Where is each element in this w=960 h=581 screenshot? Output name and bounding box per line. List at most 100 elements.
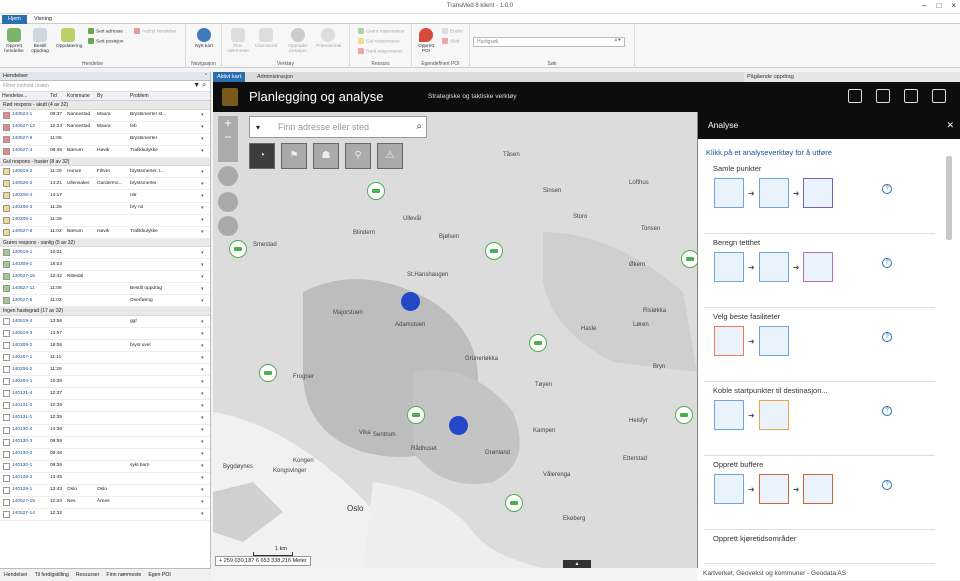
row-menu-icon[interactable]: ▾ <box>201 436 207 448</box>
incident-marker[interactable] <box>401 292 420 311</box>
gront-responsens-button[interactable]: Grønt responsens <box>358 28 404 36</box>
scrollbar[interactable] <box>946 156 952 240</box>
table-row[interactable]: 140527-16 12:42 Nittedal ▾ <box>0 271 210 284</box>
filter-icon[interactable]: ▼ ⌕ <box>193 82 206 90</box>
finn-naermeste-button[interactable]: Finn nærmeste <box>226 28 250 54</box>
analysis-tool[interactable]: Beregn tetthet ➜ ➜? <box>704 238 935 308</box>
tool-button-4[interactable]: ⚲ <box>345 143 371 169</box>
table-row[interactable]: 140206-3 11:26 bry nit ▾ <box>0 203 210 215</box>
help-icon[interactable]: ? <box>882 406 892 416</box>
table-row[interactable]: 140130-3 09:59 ▾ <box>0 437 210 449</box>
table-row[interactable]: 140527-8 11:02 Bærum Høvik Trafikkulykke ▾ <box>0 227 210 239</box>
row-menu-icon[interactable]: ▾ <box>201 226 207 238</box>
row-menu-icon[interactable]: ▾ <box>201 364 207 376</box>
table-row[interactable]: 140519-2 11:29 Hurum Filtvet brystsmerter, t… <box>0 166 210 179</box>
table-row[interactable]: 140130-4 14:36 ▾ <box>0 425 210 437</box>
table-row[interactable]: 140518-1 10:01 ▾ <box>0 247 210 260</box>
tab-aktivt-kart[interactable]: Aktivt kart <box>213 72 246 82</box>
col-problem[interactable]: Problem <box>128 92 199 100</box>
videosend-button[interactable]: Videosend <box>254 28 278 49</box>
basemap-icon[interactable] <box>932 89 946 103</box>
table-row[interactable]: 140527-14 12:32 ▾ <box>0 509 210 521</box>
table-row[interactable]: 140309-2 18:06 bryst uvel ▾ <box>0 340 210 353</box>
analysis-tool[interactable]: Opprett buffere ➜ ➜? <box>704 460 935 530</box>
row-menu-icon[interactable]: ▾ <box>201 352 207 364</box>
table-row[interactable]: 140527-6 11:02 Overføring ▾ <box>0 295 210 308</box>
help-icon[interactable]: ? <box>882 184 892 194</box>
analysis-tool[interactable]: Opprett kjøretidsområder <box>704 534 935 564</box>
tab-hjem[interactable]: Hjem <box>2 15 27 24</box>
table-row[interactable]: 140519-4 13:58 ggf ▾ <box>0 316 210 329</box>
incident-marker[interactable] <box>449 416 468 435</box>
tab-visning[interactable]: Visning <box>28 15 58 24</box>
row-menu-icon[interactable]: ▾ <box>201 271 207 283</box>
table-row[interactable]: 140206-4 14:17 nitr ▾ <box>0 190 210 203</box>
address-search-input[interactable]: ▾ Finn adresse eller sted ⌕ <box>249 116 427 138</box>
row-menu-icon[interactable]: ▾ <box>201 178 207 190</box>
row-menu-icon[interactable]: ▾ <box>201 283 207 295</box>
row-menu-icon[interactable]: ▾ <box>201 121 207 133</box>
row-menu-icon[interactable]: ▾ <box>201 259 207 271</box>
row-menu-icon[interactable]: ▾ <box>201 388 207 400</box>
chevron-up-icon[interactable]: ▲ <box>563 560 591 568</box>
oppsoke-posisjon-button[interactable]: Oppsøke posisjon <box>286 28 310 54</box>
table-row[interactable]: 140526-2 14:21 Ullensaker Gardermo... brysts… <box>0 178 210 191</box>
row-menu-icon[interactable]: ▾ <box>201 328 207 340</box>
row-menu-icon[interactable]: ▾ <box>201 316 207 328</box>
row-menu-icon[interactable]: ▾ <box>201 484 207 496</box>
table-row[interactable]: 140131-1 12:35 ▾ <box>0 412 210 425</box>
oppdatering-button[interactable]: Oppdatering <box>56 28 82 49</box>
row-menu-icon[interactable]: ▾ <box>201 508 207 520</box>
ambulance-marker[interactable] <box>681 250 697 268</box>
table-row[interactable]: 140527-4 08:45 Bærum Høvik Trafikkulykke ▾ <box>0 146 210 158</box>
footer-tab[interactable]: Egen POI <box>148 569 171 580</box>
help-icon[interactable]: ? <box>882 332 892 342</box>
help-icon[interactable]: ? <box>882 480 892 490</box>
table-row[interactable]: 140207-1 11:11 ▾ <box>0 352 210 365</box>
chevron-down-icon[interactable]: ▾ <box>256 123 260 132</box>
ambulance-marker[interactable] <box>505 494 523 512</box>
table-row[interactable]: 140205-1 11:26 ▾ <box>0 215 210 227</box>
sett-posisjon-button[interactable]: Sett posisjon <box>88 38 123 46</box>
ambulance-marker[interactable] <box>675 406 693 424</box>
ambulance-marker[interactable] <box>259 364 277 382</box>
footer-tab[interactable]: Til ferdigstilling <box>35 569 69 580</box>
zoom-control[interactable]: + − <box>218 116 238 162</box>
tool-button-2[interactable]: ⚑ <box>281 143 307 169</box>
table-row[interactable]: 140527-15 12:33 Nes Årnes ▾ <box>0 497 210 509</box>
ambulance-marker[interactable] <box>485 242 503 260</box>
row-menu-icon[interactable]: ▾ <box>201 448 207 460</box>
table-row[interactable]: 140130-2 09:48 ▾ <box>0 449 210 461</box>
ambulance-marker[interactable] <box>229 240 247 258</box>
rodt-responsens-button[interactable]: Rødt responsens <box>358 48 403 56</box>
row-menu-icon[interactable]: ▾ <box>201 133 207 145</box>
warning-tool-button[interactable]: ⚠ <box>377 143 403 169</box>
maximize-icon[interactable]: □ <box>936 1 941 10</box>
table-row[interactable]: 140527-9 11:05 Brystsmerter ▾ <box>0 134 210 146</box>
footer-tab[interactable]: Ressurser <box>76 569 100 580</box>
row-menu-icon[interactable]: ▾ <box>201 202 207 214</box>
endre-button[interactable]: Endre <box>442 28 463 36</box>
filter-input[interactable]: Filtrer innhold i listen ▼ ⌕ <box>0 81 210 92</box>
row-menu-icon[interactable]: ▾ <box>201 424 207 436</box>
table-row[interactable]: 140131-4 12:37 ▾ <box>0 388 210 401</box>
table-row[interactable]: 140130-1 09:36 sykt barn ▾ <box>0 461 210 473</box>
map-canvas[interactable]: + − ▾ Finn adresse eller sted ⌕ ◔ ⚑ ☗ ⚲ ⚠… <box>213 112 697 568</box>
table-row[interactable]: 140206-2 11:26 ▾ <box>0 364 210 377</box>
col-kommune[interactable]: Kommune <box>65 92 95 100</box>
row-menu-icon[interactable]: ▾ <box>201 340 207 352</box>
table-row[interactable]: 140204-1 10:38 ▾ <box>0 376 210 389</box>
layers-icon[interactable] <box>876 89 890 103</box>
slett-button[interactable]: Slett <box>442 38 460 46</box>
table-row[interactable]: 140128-2 13:45 ▾ <box>0 473 210 485</box>
close-icon[interactable]: ✕ <box>946 112 954 139</box>
row-menu-icon[interactable]: ▾ <box>201 460 207 472</box>
bookmark-map-icon[interactable] <box>904 89 918 103</box>
row-menu-icon[interactable]: ▾ <box>201 496 207 508</box>
speedometer-tool-button[interactable]: ◔ <box>249 143 275 169</box>
opprett-hendelse-button[interactable]: Opprett hendelse <box>2 28 26 54</box>
table-row[interactable]: 140527-11 11:08 Bestilt oppdrag ▾ <box>0 283 210 296</box>
analysis-tool[interactable]: Koble startpunkter til destinasjon... ➜? <box>704 386 935 456</box>
row-menu-icon[interactable]: ▾ <box>201 109 207 121</box>
opprett-poi-button[interactable]: Opprett POI <box>414 28 438 54</box>
